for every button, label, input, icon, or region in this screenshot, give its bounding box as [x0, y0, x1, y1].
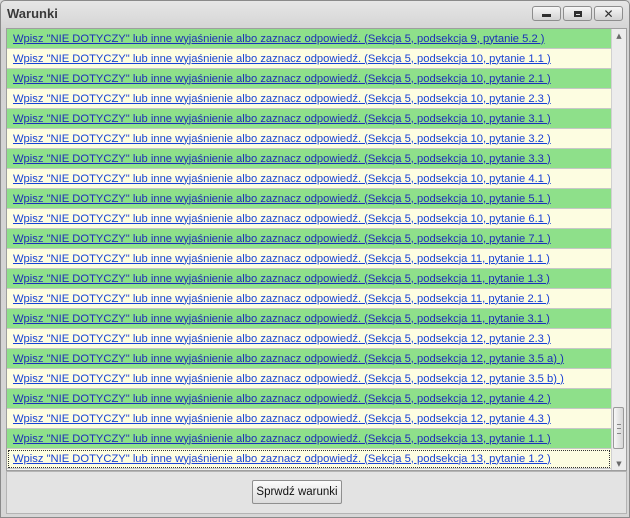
- maximize-button[interactable]: [563, 6, 592, 21]
- list-item[interactable]: Wpisz "NIE DOTYCZY" lub inne wyjaśnienie…: [7, 89, 611, 109]
- close-button[interactable]: ✕: [594, 6, 623, 21]
- grip-icon: [617, 424, 621, 434]
- list-item[interactable]: Wpisz "NIE DOTYCZY" lub inne wyjaśnienie…: [7, 329, 611, 349]
- minimize-icon: [542, 14, 551, 17]
- list-item[interactable]: Wpisz "NIE DOTYCZY" lub inne wyjaśnienie…: [7, 409, 611, 429]
- list-item[interactable]: Wpisz "NIE DOTYCZY" lub inne wyjaśnienie…: [7, 309, 611, 329]
- condition-link[interactable]: Wpisz "NIE DOTYCZY" lub inne wyjaśnienie…: [13, 453, 551, 465]
- minimize-button[interactable]: [532, 6, 561, 21]
- condition-link[interactable]: Wpisz "NIE DOTYCZY" lub inne wyjaśnienie…: [13, 213, 551, 225]
- condition-link[interactable]: Wpisz "NIE DOTYCZY" lub inne wyjaśnienie…: [13, 173, 551, 185]
- condition-link[interactable]: Wpisz "NIE DOTYCZY" lub inne wyjaśnienie…: [13, 253, 550, 265]
- list-item[interactable]: Wpisz "NIE DOTYCZY" lub inne wyjaśnienie…: [7, 69, 611, 89]
- list-item[interactable]: Wpisz "NIE DOTYCZY" lub inne wyjaśnienie…: [7, 209, 611, 229]
- list-item[interactable]: Wpisz "NIE DOTYCZY" lub inne wyjaśnienie…: [7, 429, 611, 449]
- check-conditions-button[interactable]: Sprwdź warunki: [252, 480, 342, 504]
- window-title: Warunki: [7, 6, 58, 21]
- list-item[interactable]: Wpisz "NIE DOTYCZY" lub inne wyjaśnienie…: [7, 29, 611, 49]
- list-item[interactable]: Wpisz "NIE DOTYCZY" lub inne wyjaśnienie…: [7, 129, 611, 149]
- list-item[interactable]: Wpisz "NIE DOTYCZY" lub inne wyjaśnienie…: [7, 229, 611, 249]
- condition-link[interactable]: Wpisz "NIE DOTYCZY" lub inne wyjaśnienie…: [13, 93, 551, 105]
- conditions-list: Wpisz "NIE DOTYCZY" lub inne wyjaśnienie…: [6, 28, 627, 471]
- list-item[interactable]: Wpisz "NIE DOTYCZY" lub inne wyjaśnienie…: [7, 369, 611, 389]
- scrollbar-thumb[interactable]: [613, 407, 624, 449]
- list-item[interactable]: Wpisz "NIE DOTYCZY" lub inne wyjaśnienie…: [7, 109, 611, 129]
- condition-link[interactable]: Wpisz "NIE DOTYCZY" lub inne wyjaśnienie…: [13, 113, 551, 125]
- list-item[interactable]: Wpisz "NIE DOTYCZY" lub inne wyjaśnienie…: [7, 289, 611, 309]
- list-item[interactable]: Wpisz "NIE DOTYCZY" lub inne wyjaśnienie…: [7, 269, 611, 289]
- condition-link[interactable]: Wpisz "NIE DOTYCZY" lub inne wyjaśnienie…: [13, 373, 564, 385]
- list-item[interactable]: Wpisz "NIE DOTYCZY" lub inne wyjaśnienie…: [7, 149, 611, 169]
- close-icon: ✕: [603, 6, 614, 21]
- condition-link[interactable]: Wpisz "NIE DOTYCZY" lub inne wyjaśnienie…: [13, 273, 550, 285]
- list-item[interactable]: Wpisz "NIE DOTYCZY" lub inne wyjaśnienie…: [7, 449, 611, 469]
- condition-link[interactable]: Wpisz "NIE DOTYCZY" lub inne wyjaśnienie…: [13, 333, 551, 345]
- condition-link[interactable]: Wpisz "NIE DOTYCZY" lub inne wyjaśnienie…: [13, 73, 551, 85]
- list-item[interactable]: Wpisz "NIE DOTYCZY" lub inne wyjaśnienie…: [7, 189, 611, 209]
- conditions-rows: Wpisz "NIE DOTYCZY" lub inne wyjaśnienie…: [7, 29, 611, 469]
- footer-bar: Sprwdź warunki: [6, 471, 627, 514]
- condition-link[interactable]: Wpisz "NIE DOTYCZY" lub inne wyjaśnienie…: [13, 153, 551, 165]
- condition-link[interactable]: Wpisz "NIE DOTYCZY" lub inne wyjaśnienie…: [13, 193, 551, 205]
- title-bar[interactable]: Warunki ✕: [1, 1, 629, 27]
- condition-link[interactable]: Wpisz "NIE DOTYCZY" lub inne wyjaśnienie…: [13, 133, 551, 145]
- list-item[interactable]: Wpisz "NIE DOTYCZY" lub inne wyjaśnienie…: [7, 169, 611, 189]
- list-item[interactable]: Wpisz "NIE DOTYCZY" lub inne wyjaśnienie…: [7, 349, 611, 369]
- maximize-icon: [573, 10, 582, 17]
- list-item[interactable]: Wpisz "NIE DOTYCZY" lub inne wyjaśnienie…: [7, 249, 611, 269]
- condition-link[interactable]: Wpisz "NIE DOTYCZY" lub inne wyjaśnienie…: [13, 413, 551, 425]
- condition-link[interactable]: Wpisz "NIE DOTYCZY" lub inne wyjaśnienie…: [13, 33, 545, 45]
- condition-link[interactable]: Wpisz "NIE DOTYCZY" lub inne wyjaśnienie…: [13, 433, 551, 445]
- list-item[interactable]: Wpisz "NIE DOTYCZY" lub inne wyjaśnienie…: [7, 49, 611, 69]
- scroll-up-icon[interactable]: ▲: [612, 29, 626, 42]
- condition-link[interactable]: Wpisz "NIE DOTYCZY" lub inne wyjaśnienie…: [13, 233, 551, 245]
- vertical-scrollbar[interactable]: ▲ ▼: [611, 29, 626, 470]
- condition-link[interactable]: Wpisz "NIE DOTYCZY" lub inne wyjaśnienie…: [13, 53, 551, 65]
- list-item[interactable]: Wpisz "NIE DOTYCZY" lub inne wyjaśnienie…: [7, 389, 611, 409]
- condition-link[interactable]: Wpisz "NIE DOTYCZY" lub inne wyjaśnienie…: [13, 393, 551, 405]
- condition-link[interactable]: Wpisz "NIE DOTYCZY" lub inne wyjaśnienie…: [13, 313, 550, 325]
- conditions-window: Warunki ✕ Wpisz "NIE DOTYCZY" lub inne w…: [0, 0, 630, 518]
- window-controls: ✕: [532, 6, 623, 21]
- scroll-down-icon[interactable]: ▼: [612, 457, 626, 470]
- condition-link[interactable]: Wpisz "NIE DOTYCZY" lub inne wyjaśnienie…: [13, 353, 564, 365]
- condition-link[interactable]: Wpisz "NIE DOTYCZY" lub inne wyjaśnienie…: [13, 293, 550, 305]
